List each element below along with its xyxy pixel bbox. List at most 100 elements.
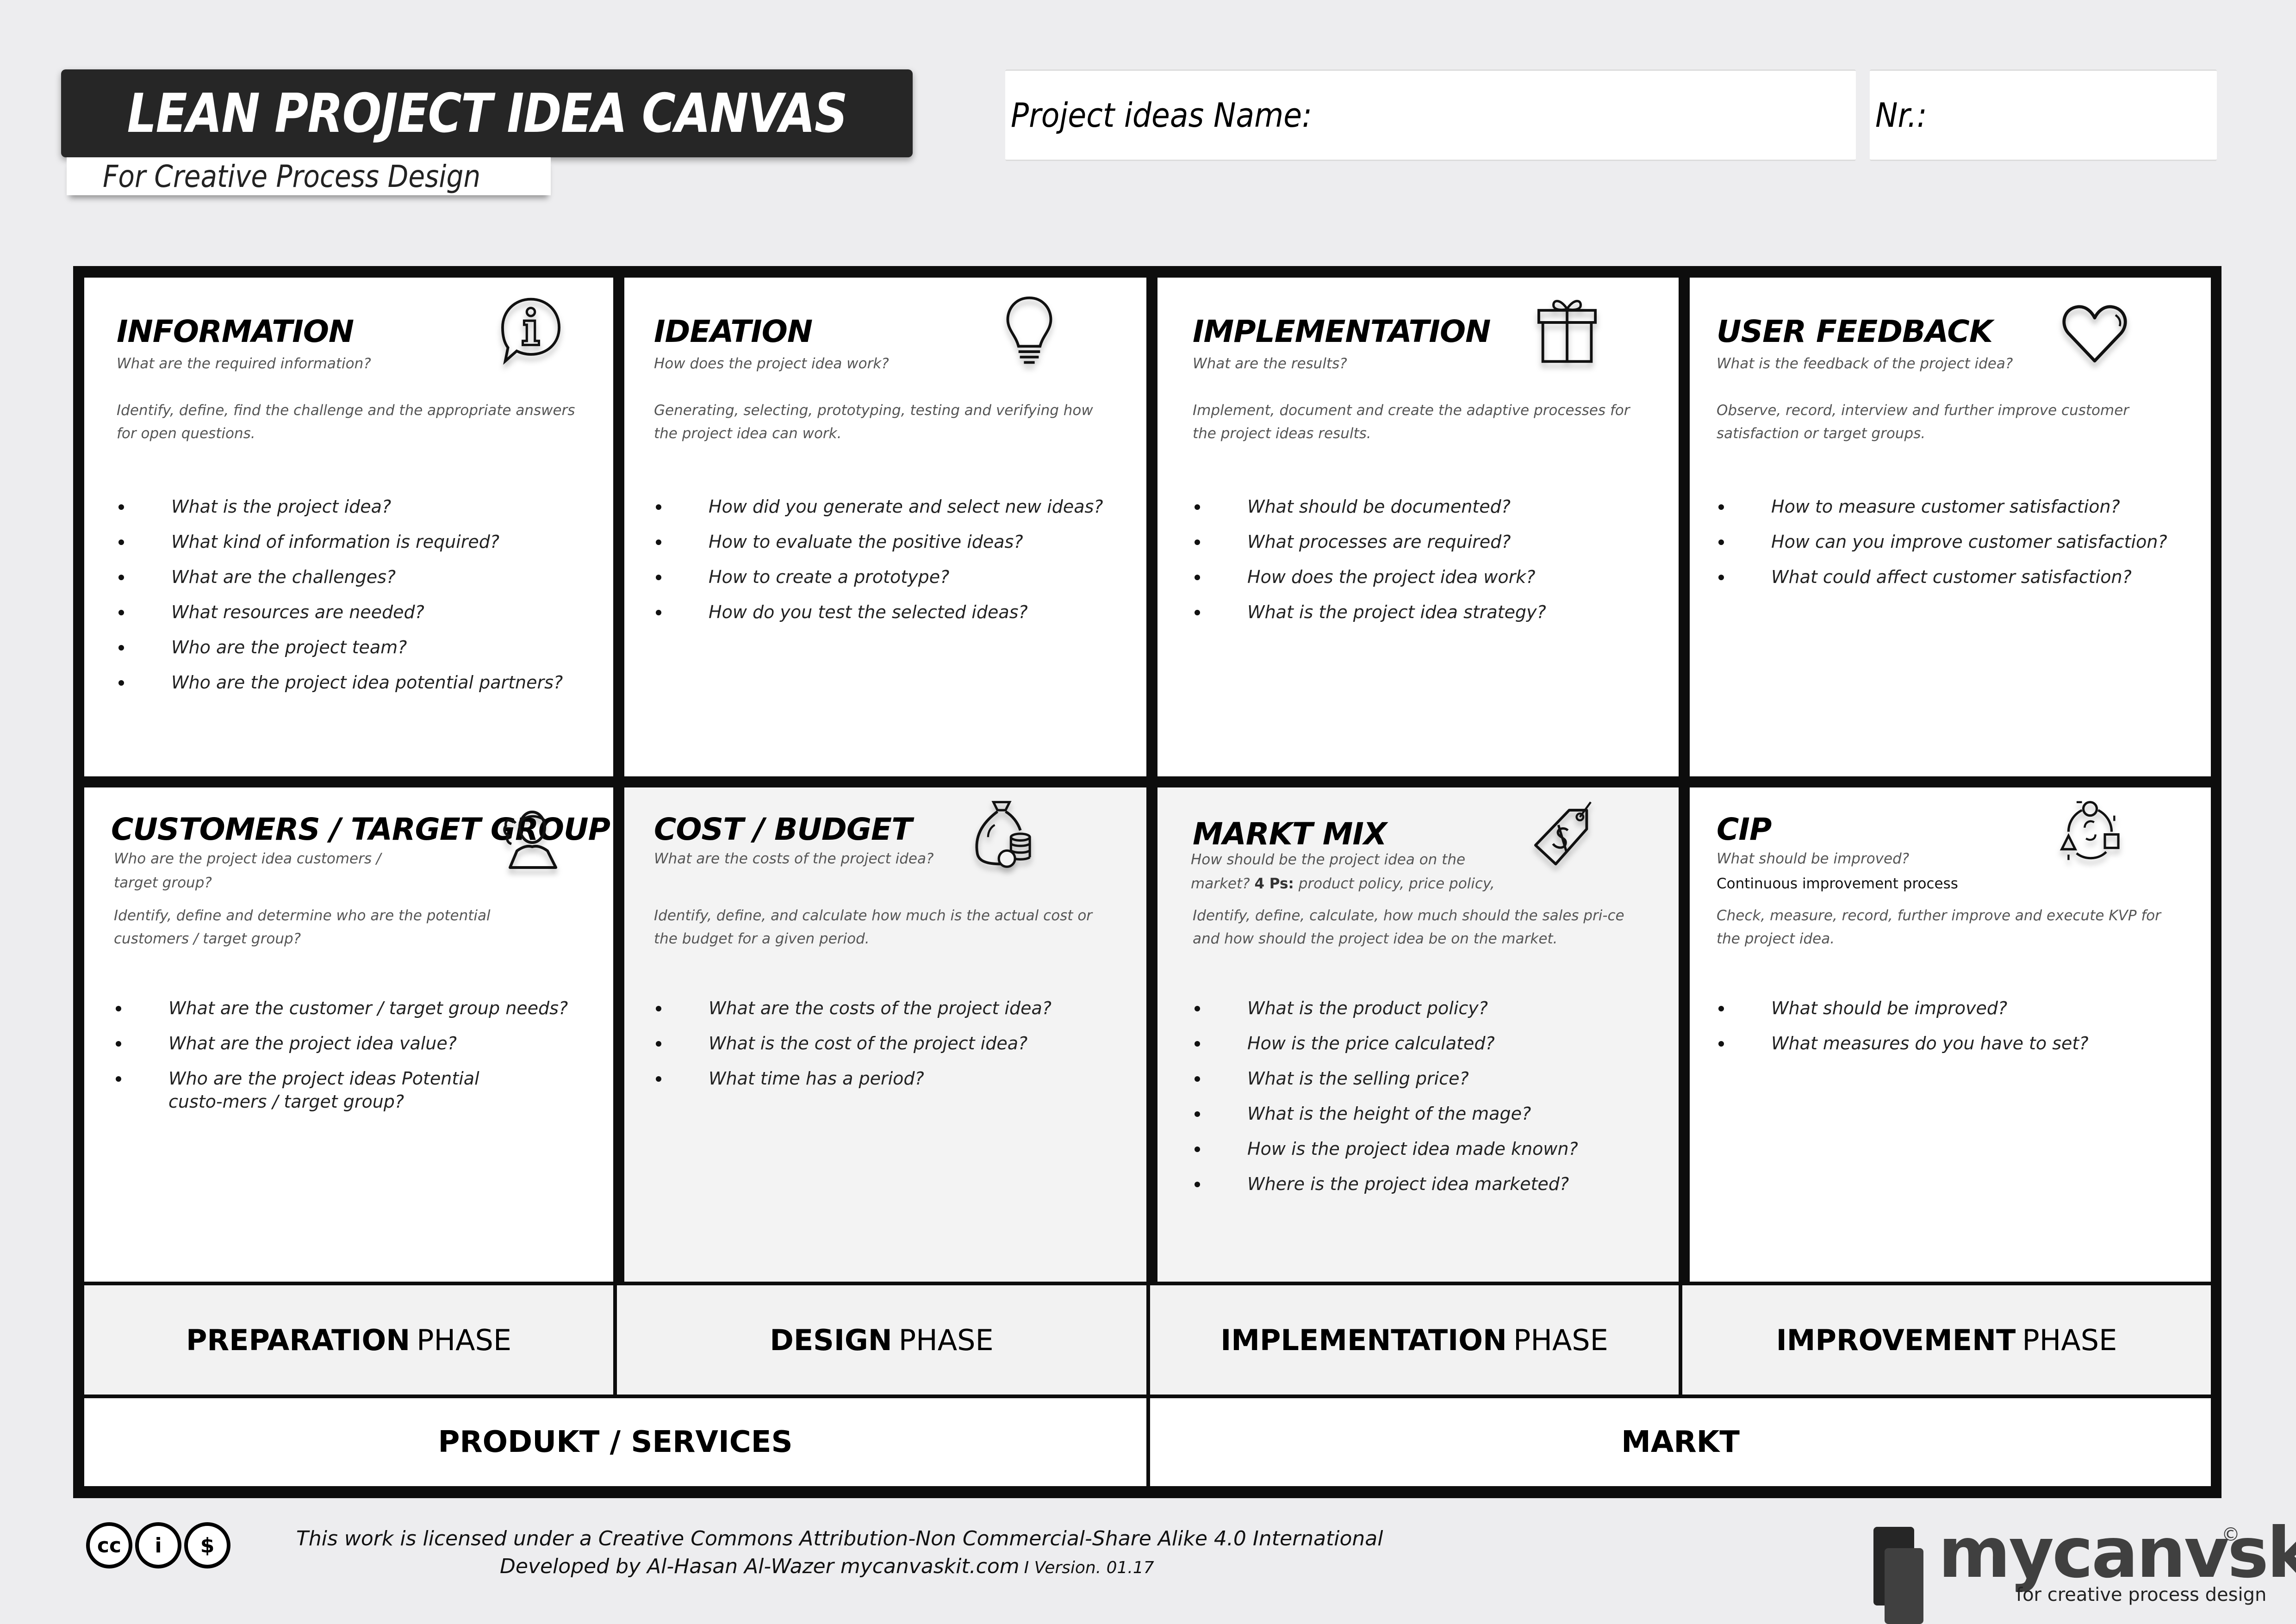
phase-design: DESIGN PHASE bbox=[617, 1285, 1146, 1395]
list-item: What is the height of the mage? bbox=[1193, 1102, 1655, 1125]
list-item: What kind of information is required? bbox=[117, 530, 579, 553]
canvas-subtitle: For Creative Process Design bbox=[103, 158, 481, 194]
list-item: What is the project idea strategy? bbox=[1193, 601, 1655, 624]
list-item: Where is the project idea marketed? bbox=[1193, 1172, 1655, 1196]
list-item: Who are the project ideas Potential cust… bbox=[114, 1067, 520, 1113]
canvas-subtitle-banner: For Creative Process Design bbox=[67, 157, 551, 195]
cell-bullets: What are the customer / target group nee… bbox=[114, 997, 577, 1125]
list-item: What should be improved? bbox=[1717, 997, 2179, 1020]
cell-title: INFORMATION bbox=[117, 314, 354, 349]
list-item: How to evaluate the positive ideas? bbox=[654, 530, 1117, 553]
lightbulb-icon bbox=[995, 294, 1064, 368]
heart-icon bbox=[2060, 296, 2129, 370]
cell-cip[interactable]: CIP What should be improved? Continuous … bbox=[1690, 787, 2211, 1282]
project-number-field[interactable]: Nr.: bbox=[1870, 69, 2217, 161]
cell-information[interactable]: INFORMATION What are the required inform… bbox=[84, 278, 613, 776]
non-commercial-icon: $ bbox=[184, 1522, 230, 1568]
cc-icon: cc bbox=[86, 1522, 132, 1568]
attribution-icon: i bbox=[135, 1522, 181, 1568]
cell-customers-target-group[interactable]: CUSTOMERS / TARGET GROUP Who are the pro… bbox=[84, 787, 613, 1282]
cell-title: IDEATION bbox=[654, 314, 813, 349]
cell-markt-mix[interactable]: MARKT MIX How should be the project idea… bbox=[1157, 787, 1679, 1282]
cell-description: Identify, define, and calculate how much… bbox=[654, 907, 1093, 947]
gift-icon bbox=[1532, 291, 1602, 366]
list-item: How is the project idea made known? bbox=[1193, 1137, 1655, 1160]
list-item: Who are the project team? bbox=[117, 636, 579, 659]
cell-question: What should be improved? bbox=[1717, 850, 1910, 867]
developer-credit: Developed by Al-Hasan Al-Wazer mycanvask… bbox=[500, 1555, 1154, 1578]
creative-commons-badge: cc i $ bbox=[86, 1522, 230, 1568]
phase-improvement: IMPROVEMENT PHASE bbox=[1682, 1285, 2211, 1395]
cell-description: Observe, record, interview and further i… bbox=[1717, 402, 2129, 442]
list-item: Who are the project idea potential partn… bbox=[117, 671, 579, 694]
cell-description: Check, measure, record, further improve … bbox=[1717, 907, 2161, 947]
cell-title: MARKT MIX bbox=[1193, 816, 1387, 852]
list-item: What could affect customer satisfaction? bbox=[1717, 565, 2179, 589]
cell-title: USER FEEDBACK bbox=[1717, 314, 1993, 349]
phase-implementation: IMPLEMENTATION PHASE bbox=[1150, 1285, 1679, 1395]
cell-description: Identify, define, calculate, how much sh… bbox=[1193, 907, 1624, 947]
cell-title: CIP bbox=[1717, 812, 1772, 847]
money-bag-icon bbox=[967, 797, 1036, 871]
cell-bullets: How to measure customer satisfaction? Ho… bbox=[1717, 495, 2179, 601]
list-item: What are the customer / target group nee… bbox=[114, 997, 577, 1020]
cell-bullets: What should be improved? What measures d… bbox=[1717, 997, 2179, 1067]
list-item: What time has a period? bbox=[654, 1067, 1117, 1090]
improvement-cycle-icon bbox=[2055, 797, 2125, 871]
version-text: I Version. 01.17 bbox=[1024, 1558, 1154, 1577]
phase-preparation: PREPARATION PHASE bbox=[84, 1285, 613, 1395]
cell-ideation[interactable]: IDEATION How does the project idea work?… bbox=[624, 278, 1146, 776]
cell-title: IMPLEMENTATION bbox=[1193, 314, 1491, 349]
list-item: What is the product policy? bbox=[1193, 997, 1655, 1020]
list-item: What is the cost of the project idea? bbox=[654, 1032, 1117, 1055]
cell-cost-budget[interactable]: COST / BUDGET What are the costs of the … bbox=[624, 787, 1146, 1282]
canvas-title: LEAN PROJECT IDEA CANVAS bbox=[127, 82, 847, 145]
cell-question-secondary: Continuous improvement process bbox=[1717, 875, 1958, 892]
cell-question: How does the project idea work? bbox=[654, 355, 889, 372]
mycanvskit-logo: mycanvskit © for creative process design bbox=[1870, 1513, 2296, 1624]
cell-bullets: What is the product policy? How is the p… bbox=[1193, 997, 1655, 1208]
cell-bullets: What should be documented? What processe… bbox=[1193, 495, 1655, 636]
list-item: What resources are needed? bbox=[117, 601, 579, 624]
cell-question: What are the results? bbox=[1193, 355, 1347, 372]
cell-implementation[interactable]: IMPLEMENTATION What are the results? Imp… bbox=[1157, 278, 1679, 776]
cell-bullets: How did you generate and select new idea… bbox=[654, 495, 1117, 636]
cell-description: Implement, document and create the adapt… bbox=[1193, 402, 1630, 442]
logo-wordmark: mycanvskit bbox=[1938, 1513, 2296, 1593]
list-item: What processes are required? bbox=[1193, 530, 1655, 553]
list-item: How does the project idea work? bbox=[1193, 565, 1655, 589]
price-tag-icon bbox=[1528, 797, 1597, 871]
logo-card-front-icon bbox=[1885, 1548, 1923, 1624]
cell-bullets: What is the project idea? What kind of i… bbox=[117, 495, 579, 706]
info-speech-bubble-icon bbox=[496, 294, 566, 368]
project-name-field[interactable]: Project ideas Name: bbox=[1005, 69, 1856, 161]
canvas-title-banner: LEAN PROJECT IDEA CANVAS bbox=[61, 69, 913, 157]
logo-tagline: for creative process design bbox=[2016, 1584, 2267, 1605]
list-item: What measures do you have to set? bbox=[1717, 1032, 2179, 1055]
list-item: What are the project idea value? bbox=[114, 1032, 577, 1055]
license-text: This work is licensed under a Creative C… bbox=[296, 1527, 1383, 1550]
group-produkt-services: PRODUKT / SERVICES bbox=[84, 1398, 1146, 1486]
list-item: What should be documented? bbox=[1193, 495, 1655, 518]
cell-description: Identify, define, find the challenge and… bbox=[117, 402, 575, 442]
list-item: How do you test the selected ideas? bbox=[654, 601, 1117, 624]
list-item: How is the price calculated? bbox=[1193, 1032, 1655, 1055]
project-name-label: Project ideas Name: bbox=[1011, 96, 1312, 135]
list-item: How can you improve customer satisfactio… bbox=[1717, 530, 2179, 553]
cell-description: Generating, selecting, prototyping, test… bbox=[654, 402, 1093, 442]
group-markt: MARKT bbox=[1150, 1398, 2211, 1486]
customers-icon bbox=[496, 801, 566, 875]
list-item: How to create a prototype? bbox=[654, 565, 1117, 589]
list-item: What is the project idea? bbox=[117, 495, 579, 518]
list-item: What is the selling price? bbox=[1193, 1067, 1655, 1090]
cell-description: Identify, define and determine who are t… bbox=[114, 907, 491, 947]
cell-question: How should be the project idea on the ma… bbox=[1191, 851, 1495, 892]
list-item: How to measure customer satisfaction? bbox=[1717, 495, 2179, 518]
cell-bullets: What are the costs of the project idea? … bbox=[654, 997, 1117, 1102]
developer-text: Developed by Al-Hasan Al-Wazer mycanvask… bbox=[500, 1555, 1020, 1578]
copyright-icon: © bbox=[2221, 1524, 2240, 1545]
cell-user-feedback[interactable]: USER FEEDBACK What is the feedback of th… bbox=[1690, 278, 2211, 776]
project-number-label: Nr.: bbox=[1875, 96, 1927, 135]
cell-title: COST / BUDGET bbox=[654, 812, 912, 847]
list-item: What are the costs of the project idea? bbox=[654, 997, 1117, 1020]
